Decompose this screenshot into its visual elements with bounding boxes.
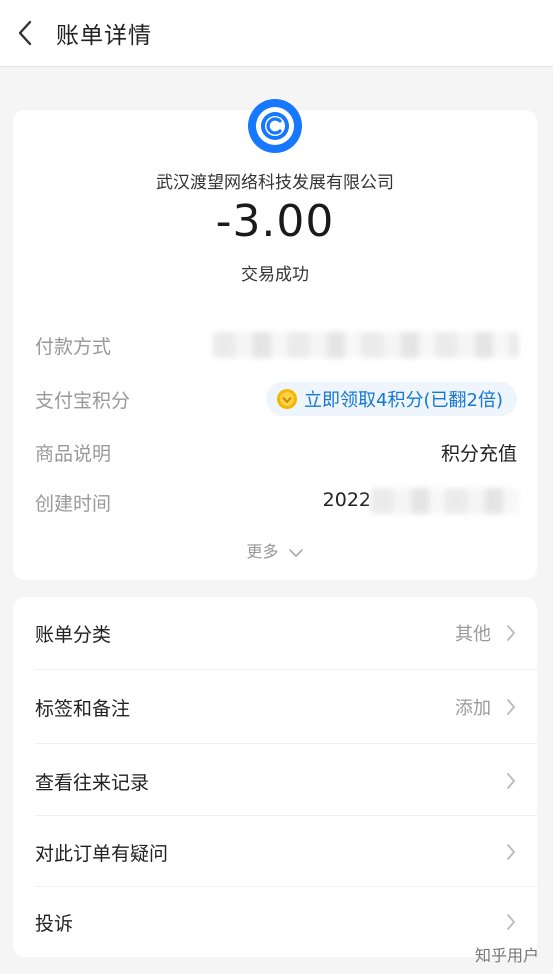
claim-points-label: 立即领取4积分(已翻2倍) xyxy=(304,390,503,411)
claim-points-button[interactable]: 立即领取4积分(已翻2倍) xyxy=(266,382,517,416)
transaction-status: 交易成功 xyxy=(241,265,309,285)
tags-notes-value: 添加 xyxy=(455,698,491,719)
history-label: 查看往来记录 xyxy=(35,771,150,794)
points-label: 支付宝积分 xyxy=(35,390,131,412)
watermark: 知乎用户 xyxy=(474,946,539,965)
page-title: 账单详情 xyxy=(56,23,152,49)
more-label: 更多 xyxy=(246,542,279,561)
coin-icon xyxy=(277,389,298,409)
chevron-right-icon xyxy=(507,699,515,715)
created-time-value: 2022 xyxy=(322,489,371,511)
complaint-label: 投诉 xyxy=(35,912,74,935)
created-time-redacted xyxy=(371,488,519,514)
bill-summary-card: 武汉渡望网络科技发展有限公司 -3.00 交易成功 付款方式 支付宝积分 立即领… xyxy=(13,99,537,580)
bill-category-label: 账单分类 xyxy=(35,623,112,646)
top-bar: 账单详情 xyxy=(0,0,553,67)
chevron-left-icon xyxy=(18,20,32,46)
chevron-right-icon xyxy=(507,625,515,641)
amount: -3.00 xyxy=(215,196,335,247)
chevron-right-icon xyxy=(507,844,515,860)
bill-category-row[interactable]: 账单分类 其他 xyxy=(13,597,537,669)
more-button[interactable]: 更多 xyxy=(13,538,537,562)
actions-card: 账单分类 其他 标签和备注 添加 查看往来记录 对此订单有疑问 投诉 xyxy=(13,597,537,957)
back-button[interactable] xyxy=(0,0,50,66)
payment-method-value-redacted xyxy=(213,332,519,358)
created-time-label: 创建时间 xyxy=(35,493,112,515)
chevron-right-icon xyxy=(507,914,515,930)
divider xyxy=(35,743,537,744)
order-question-row[interactable]: 对此订单有疑问 xyxy=(13,816,537,888)
product-value: 积分充值 xyxy=(440,443,517,465)
product-label: 商品说明 xyxy=(35,443,112,465)
bill-category-value: 其他 xyxy=(455,624,491,645)
complaint-row[interactable]: 投诉 xyxy=(13,886,537,958)
chevron-right-icon xyxy=(507,773,515,789)
order-question-label: 对此订单有疑问 xyxy=(35,842,169,865)
chevron-down-icon xyxy=(288,548,303,557)
divider xyxy=(35,669,537,670)
payment-method-label: 付款方式 xyxy=(35,336,112,358)
merchant-logo-icon xyxy=(248,99,302,153)
merchant-name: 武汉渡望网络科技发展有限公司 xyxy=(156,173,394,193)
tags-notes-label: 标签和备注 xyxy=(35,697,131,720)
history-row[interactable]: 查看往来记录 xyxy=(13,745,537,817)
tags-notes-row[interactable]: 标签和备注 添加 xyxy=(13,671,537,743)
